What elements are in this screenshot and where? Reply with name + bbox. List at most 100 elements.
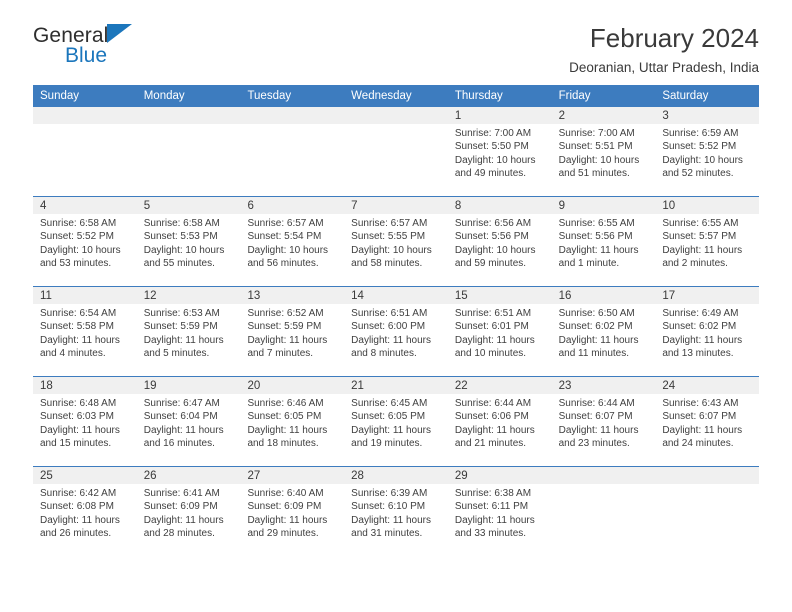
calendar-day-cell[interactable]: 11 Sunrise: 6:54 AM Sunset: 5:58 PM Dayligh… <box>33 287 137 376</box>
calendar-day-cell[interactable]: 5 Sunrise: 6:58 AM Sunset: 5:53 PM Daylight… <box>137 197 241 286</box>
day-detail-line: and 26 minutes. <box>40 528 112 540</box>
calendar-day-cell[interactable]: 1 Sunrise: 7:00 AM Sunset: 5:50 PM Daylight… <box>448 107 552 196</box>
calendar-week-row: 11 Sunrise: 6:54 AM Sunset: 5:58 PM Dayligh… <box>33 286 759 376</box>
calendar-day-cell[interactable]: 6 Sunrise: 6:57 AM Sunset: 5:54 PM Daylight… <box>240 197 344 286</box>
day-detail-line: and 11 minutes. <box>558 348 630 360</box>
day-details: Sunrise: 6:48 AM Sunset: 6:03 PM Daylight:… <box>40 397 133 451</box>
calendar-day-cell[interactable]: 2 Sunrise: 7:00 AM Sunset: 5:51 PM Daylight… <box>552 107 656 196</box>
calendar-week-row: 1 Sunrise: 7:00 AM Sunset: 5:50 PM Daylight… <box>33 107 759 196</box>
day-details: Sunrise: 6:47 AM Sunset: 6:04 PM Daylight:… <box>144 397 237 451</box>
day-details: Sunrise: 6:55 AM Sunset: 5:57 PM Daylight:… <box>662 217 755 271</box>
day-detail-line: Sunrise: 6:51 AM <box>454 308 532 319</box>
day-number: 20 <box>247 380 261 392</box>
day-detail-line: and 4 minutes. <box>40 348 106 360</box>
day-detail-line: Sunrise: 6:57 AM <box>351 218 428 229</box>
day-details: Sunrise: 6:43 AM Sunset: 6:07 PM Daylight:… <box>662 397 755 451</box>
calendar-day-cell[interactable]: 15 Sunrise: 6:51 AM Sunset: 6:01 PM Dayligh… <box>448 287 552 376</box>
day-number: 5 <box>143 200 151 212</box>
day-detail-line: Daylight: 11 hours <box>558 334 639 346</box>
day-details: Sunrise: 6:44 AM Sunset: 6:07 PM Daylight:… <box>559 397 652 451</box>
calendar-day-cell[interactable]: 4 Sunrise: 6:58 AM Sunset: 5:52 PM Daylight… <box>33 197 137 286</box>
day-detail-line: Daylight: 10 hours <box>143 244 225 256</box>
day-detail-line: Sunset: 6:04 PM <box>143 411 218 423</box>
day-detail-line: and 18 minutes. <box>247 438 319 450</box>
day-detail-line: Sunset: 6:06 PM <box>454 411 529 423</box>
calendar-day-cell[interactable]: 28 Sunrise: 6:39 AM Sunset: 6:10 PM Dayligh… <box>344 467 448 556</box>
day-detail-line: Sunrise: 6:48 AM <box>40 398 117 409</box>
calendar-day-cell[interactable]: 27 Sunrise: 6:40 AM Sunset: 6:09 PM Dayligh… <box>240 467 344 556</box>
calendar-day-cell[interactable]: 13 Sunrise: 6:52 AM Sunset: 5:59 PM Dayligh… <box>240 287 344 376</box>
calendar-day-cell[interactable]: 18 Sunrise: 6:48 AM Sunset: 6:03 PM Dayligh… <box>33 377 137 466</box>
day-detail-line: and 31 minutes. <box>351 528 423 540</box>
day-detail-line: and 59 minutes. <box>454 258 527 270</box>
day-number: 12 <box>143 290 157 302</box>
calendar-day-cell[interactable]: 14 Sunrise: 6:51 AM Sunset: 6:00 PM Dayligh… <box>344 287 448 376</box>
day-detail-line: Daylight: 11 hours <box>662 334 743 346</box>
calendar-day-cell[interactable]: 29 Sunrise: 6:38 AM Sunset: 6:11 PM Dayligh… <box>448 467 552 556</box>
calendar-day-cell-empty <box>137 107 241 196</box>
day-detail-line: Daylight: 10 hours <box>454 154 536 166</box>
calendar-day-cell[interactable]: 12 Sunrise: 6:53 AM Sunset: 5:59 PM Dayligh… <box>137 287 241 376</box>
day-detail-line: Sunrise: 6:44 AM <box>558 398 635 409</box>
day-detail-line: and 2 minutes. <box>662 258 728 270</box>
calendar-day-cell[interactable]: 24 Sunrise: 6:43 AM Sunset: 6:07 PM Dayligh… <box>655 377 759 466</box>
day-number: 17 <box>662 290 676 302</box>
day-detail-line: Daylight: 10 hours <box>40 244 121 256</box>
calendar-day-cell[interactable]: 10 Sunrise: 6:55 AM Sunset: 5:57 PM Dayligh… <box>655 197 759 286</box>
day-number: 22 <box>454 380 468 392</box>
calendar-day-cell-empty <box>33 107 137 196</box>
day-details: Sunrise: 7:00 AM Sunset: 5:51 PM Daylight:… <box>559 127 652 181</box>
day-number: 1 <box>454 110 462 122</box>
weekday-header-tuesday: Tuesday <box>247 90 292 102</box>
day-detail-line: Sunrise: 6:56 AM <box>454 218 532 229</box>
page-header: General Blue February 2024 Deoranian, Ut… <box>33 0 759 75</box>
day-detail-line: and 23 minutes. <box>558 438 630 450</box>
day-detail-line: Sunrise: 6:42 AM <box>40 488 117 499</box>
day-detail-line: and 1 minute. <box>558 258 620 270</box>
day-details: Sunrise: 6:59 AM Sunset: 5:52 PM Daylight:… <box>662 127 755 181</box>
calendar-day-cell[interactable]: 25 Sunrise: 6:42 AM Sunset: 6:08 PM Dayligh… <box>33 467 137 556</box>
day-detail-line: and 7 minutes. <box>247 348 314 360</box>
calendar-week-row: 25 Sunrise: 6:42 AM Sunset: 6:08 PM Dayligh… <box>33 466 759 556</box>
day-detail-line: and 55 minutes. <box>143 258 215 270</box>
calendar-day-cell[interactable]: 3 Sunrise: 6:59 AM Sunset: 5:52 PM Daylight… <box>655 107 759 196</box>
day-detail-line: Daylight: 11 hours <box>143 424 224 436</box>
day-details: Sunrise: 6:41 AM Sunset: 6:09 PM Daylight:… <box>144 487 237 541</box>
day-detail-line: Daylight: 10 hours <box>558 154 640 166</box>
calendar-day-cell-empty <box>240 107 344 196</box>
day-detail-line: Sunrise: 6:46 AM <box>247 398 324 409</box>
calendar-day-cell[interactable]: 8 Sunrise: 6:56 AM Sunset: 5:56 PM Daylight… <box>448 197 552 286</box>
day-number: 24 <box>662 380 676 392</box>
day-detail-line: and 5 minutes. <box>143 348 210 360</box>
weekday-header-sunday: Sunday <box>40 90 80 102</box>
calendar-grid: Sunday Monday Tuesday Wednesday Thursday… <box>33 85 759 556</box>
day-details: Sunrise: 7:00 AM Sunset: 5:50 PM Daylight:… <box>455 127 548 181</box>
day-detail-line: Sunrise: 6:41 AM <box>143 488 220 499</box>
calendar-day-cell[interactable]: 17 Sunrise: 6:49 AM Sunset: 6:02 PM Dayligh… <box>655 287 759 376</box>
calendar-day-cell[interactable]: 23 Sunrise: 6:44 AM Sunset: 6:07 PM Dayligh… <box>552 377 656 466</box>
day-detail-line: Sunset: 6:05 PM <box>247 411 322 423</box>
calendar-day-cell[interactable]: 7 Sunrise: 6:57 AM Sunset: 5:55 PM Daylight… <box>344 197 448 286</box>
day-detail-line: Sunset: 5:59 PM <box>247 321 322 333</box>
day-detail-line: Sunset: 5:55 PM <box>351 231 426 243</box>
day-detail-line: Sunset: 6:07 PM <box>558 411 633 423</box>
calendar-day-cell[interactable]: 20 Sunrise: 6:46 AM Sunset: 6:05 PM Dayligh… <box>240 377 344 466</box>
day-details: Sunrise: 6:50 AM Sunset: 6:02 PM Daylight:… <box>559 307 652 361</box>
calendar-day-cell[interactable]: 21 Sunrise: 6:45 AM Sunset: 6:05 PM Dayligh… <box>344 377 448 466</box>
day-detail-line: Sunrise: 6:53 AM <box>143 308 220 319</box>
calendar-day-cell[interactable]: 16 Sunrise: 6:50 AM Sunset: 6:02 PM Dayligh… <box>552 287 656 376</box>
calendar-day-cell[interactable]: 22 Sunrise: 6:44 AM Sunset: 6:06 PM Dayligh… <box>448 377 552 466</box>
day-number: 26 <box>143 470 157 482</box>
day-detail-line: Daylight: 11 hours <box>558 244 639 256</box>
day-detail-line: Sunset: 5:51 PM <box>558 141 633 153</box>
day-number: 2 <box>558 110 565 122</box>
calendar-day-cell[interactable]: 19 Sunrise: 6:47 AM Sunset: 6:04 PM Dayligh… <box>137 377 241 466</box>
day-detail-line: Sunset: 6:07 PM <box>662 411 737 423</box>
calendar-day-cell[interactable]: 26 Sunrise: 6:41 AM Sunset: 6:09 PM Dayligh… <box>137 467 241 556</box>
day-detail-line: Sunset: 6:02 PM <box>558 321 633 333</box>
logo-text-blue: Blue <box>65 44 108 67</box>
day-detail-line: Daylight: 11 hours <box>662 424 743 436</box>
calendar-day-cell[interactable]: 9 Sunrise: 6:55 AM Sunset: 5:56 PM Daylight… <box>552 197 656 286</box>
day-details: Sunrise: 6:57 AM Sunset: 5:54 PM Daylight:… <box>247 217 340 271</box>
day-detail-line: Sunrise: 6:54 AM <box>40 308 117 319</box>
